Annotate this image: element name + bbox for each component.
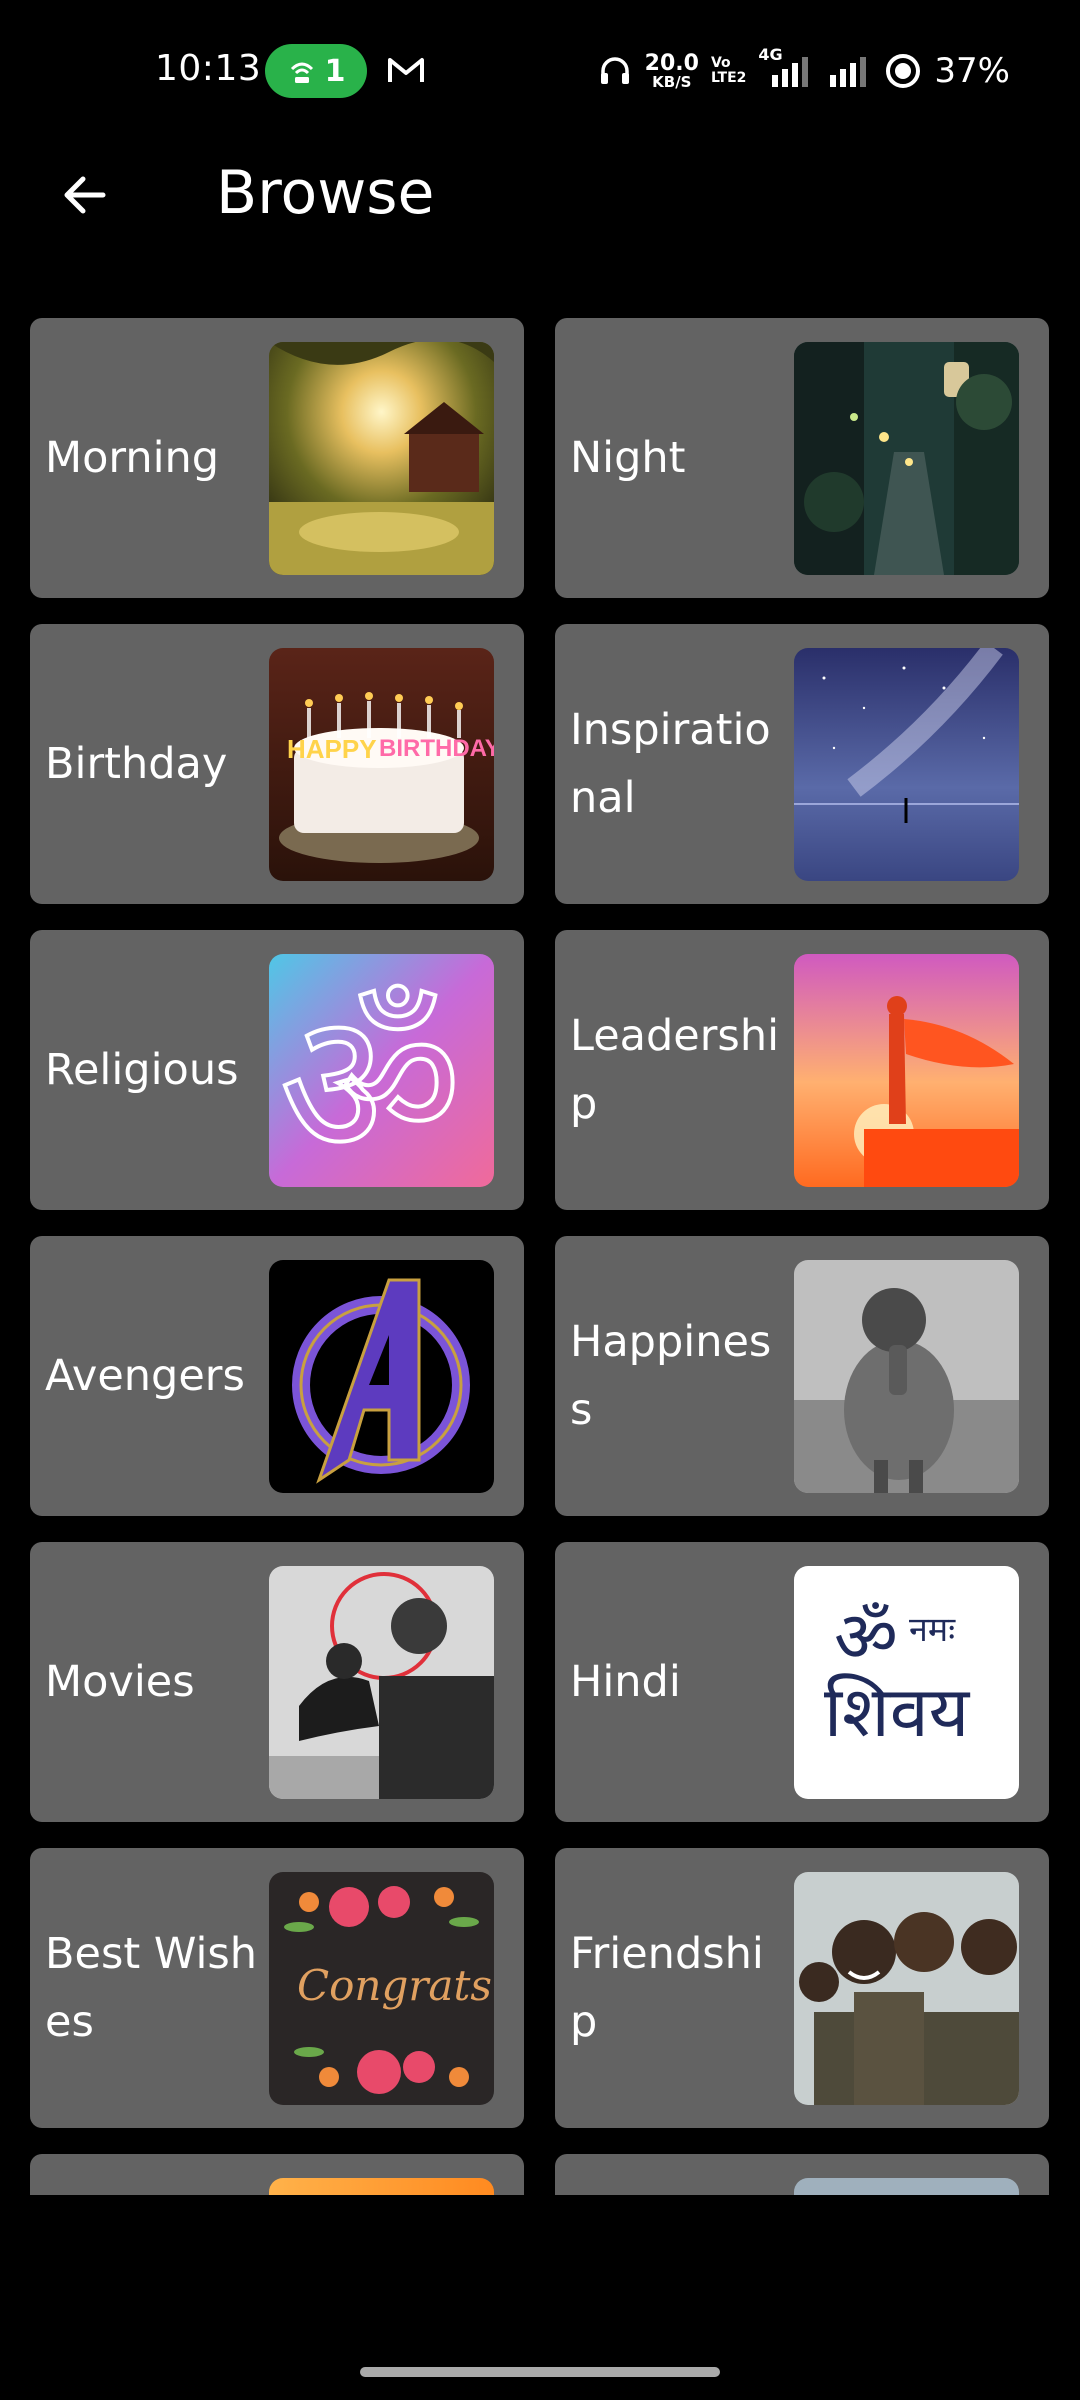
battery-percent: 37% [934, 51, 1010, 91]
category-label: Night [570, 433, 686, 483]
volte-line2: LTE2 [710, 70, 747, 86]
category-thumbnail-om-symbol: ॐ [269, 954, 494, 1187]
svg-text:शिवय: शिवय [824, 1671, 971, 1753]
volte-line1: Vo [710, 55, 731, 72]
category-card-religious[interactable]: Religious ॐ [30, 930, 524, 1210]
category-label [570, 2154, 785, 2195]
category-card-movies[interactable]: Movies [30, 1542, 524, 1822]
category-label: Happiness [570, 1317, 772, 1435]
status-time: 10:13 [155, 48, 262, 89]
status-right-icons: 20.0 KB/S Vo LTE2 4G 37% [597, 44, 1010, 98]
category-card-partial-12[interactable] [30, 2154, 524, 2195]
category-label: Movies [45, 1657, 195, 1707]
category-thumbnail-milky-way [794, 648, 1019, 881]
svg-text:Congrats: Congrats [297, 1961, 492, 2010]
category-card-inspirational[interactable]: Inspirational [555, 624, 1049, 904]
category-label: Avengers [45, 1351, 245, 1401]
signal-strength-icon-2 [830, 57, 867, 87]
headphones-icon [600, 57, 629, 84]
category-label: Friendship [570, 1929, 764, 2047]
signal-4g: 4G [758, 45, 816, 91]
category-thumbnail-man-with-dog [269, 1566, 494, 1799]
category-card-friendship[interactable]: Friendship [555, 1848, 1049, 2128]
category-card-best-wishes[interactable]: Best Wishes Congrats [30, 1848, 524, 2128]
category-card-partial-13[interactable] [555, 2154, 1049, 2195]
category-card-morning[interactable]: Morning [30, 318, 524, 598]
category-thumbnail-smiling-children [794, 1872, 1019, 2105]
gesture-nav-handle[interactable] [360, 2367, 720, 2377]
category-thumbnail-avengers-logo [269, 1260, 494, 1493]
network-speed: 20.0 KB/S [644, 50, 699, 91]
category-thumbnail-night-alley [794, 342, 1019, 575]
battery-icon [886, 54, 921, 88]
status-bar: 10:13 1 20.0 KB/S Vo LTE2 4G 37% [0, 0, 1080, 140]
category-card-hindi[interactable]: Hindi ॐ नमः शिवय [555, 1542, 1049, 1822]
category-thumbnail-congrats-flowers: Congrats [269, 1872, 494, 2105]
category-thumbnail-orange-partial [269, 2178, 494, 2195]
category-thumbnail-om-namah-shivay: ॐ नमः शिवय [794, 1566, 1019, 1799]
category-card-happiness[interactable]: Happiness [555, 1236, 1049, 1516]
network-type: 4G [758, 45, 783, 64]
hotspot-icon [290, 62, 313, 83]
category-thumbnail-caped-figure [794, 954, 1019, 1187]
hotspot-indicator[interactable]: 1 [265, 44, 367, 98]
page-title: Browse [216, 158, 435, 228]
category-card-birthday[interactable]: Birthday HAPPY BIRTHDAY [30, 624, 524, 904]
category-grid[interactable]: Morning Night Birthday HAPPY BIRTHDAY In… [0, 300, 1080, 2195]
svg-text:HAPPY: HAPPY [287, 734, 377, 764]
category-label [45, 2154, 260, 2195]
category-thumbnail-sunrise-forest [269, 342, 494, 575]
volte-indicator: Vo LTE2 [711, 56, 746, 85]
category-card-leadership[interactable]: Leadership [555, 930, 1049, 1210]
hotspot-count: 1 [324, 53, 346, 89]
network-speed-unit: KB/S [652, 72, 692, 91]
svg-text:नमः: नमः [909, 1610, 956, 1650]
svg-text:ॐ: ॐ [834, 1596, 898, 1678]
network-speed-value: 20.0 [644, 50, 699, 76]
category-card-avengers[interactable]: Avengers [30, 1236, 524, 1516]
gmail-icon [388, 58, 424, 82]
category-thumbnail-child-praying [794, 1260, 1019, 1493]
category-thumbnail-birthday-cake: HAPPY BIRTHDAY [269, 648, 494, 881]
category-label: Birthday [45, 739, 228, 789]
category-label: Religious [45, 1045, 239, 1095]
category-label: Inspirational [570, 705, 771, 823]
svg-text:ॐ: ॐ [279, 969, 461, 1187]
category-card-night[interactable]: Night [555, 318, 1049, 598]
svg-text:BIRTHDAY: BIRTHDAY [379, 735, 494, 762]
back-button[interactable] [50, 160, 120, 230]
category-label: Morning [45, 433, 220, 483]
arrow-left-icon [64, 176, 106, 214]
category-thumbnail-grey-partial [794, 2178, 1019, 2195]
category-label: Hindi [570, 1657, 681, 1707]
category-label: Leadership [570, 1011, 780, 1129]
category-label: Best Wishes [45, 1929, 258, 2047]
